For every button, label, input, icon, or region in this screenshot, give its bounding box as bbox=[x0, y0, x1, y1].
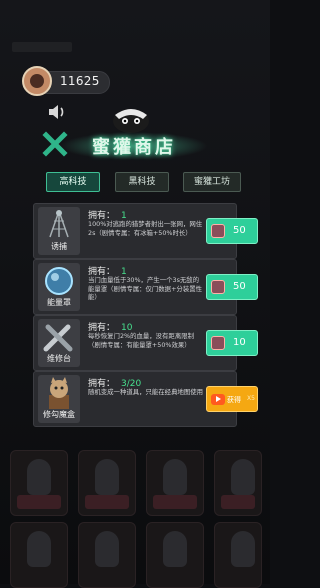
gem-icon bbox=[211, 224, 225, 238]
ad-count: X5 bbox=[247, 395, 255, 402]
sound-icon[interactable] bbox=[47, 103, 67, 121]
item-price: 10 bbox=[233, 337, 246, 348]
item-name: 修勾魔盒 bbox=[43, 410, 75, 419]
buy-button[interactable]: 10 bbox=[206, 330, 258, 356]
dog-box-icon: 修勾魔盒 bbox=[38, 375, 80, 423]
background-cell bbox=[214, 522, 262, 588]
currency-display: 11625 bbox=[22, 66, 110, 96]
item-description: 100%对逃跑的猎梦者射出一张网，网住2s（剧情专属：有冰箱+50%时长） bbox=[88, 220, 203, 237]
background-cell bbox=[78, 522, 136, 588]
background-cell bbox=[10, 450, 68, 516]
buy-button[interactable]: 50 bbox=[206, 218, 258, 244]
repair-wrench-icon: 维修台 bbox=[38, 319, 80, 367]
shop-item-card: 能量罩 拥有： 1 当门血量低于30%，产生一个3s无敌的能量罩（剧情专属：仅门数… bbox=[33, 259, 258, 315]
item-description: 每秒恢复门2%的血量，没有距离限制（剧情专属：有能量罩+50%效果） bbox=[88, 332, 194, 349]
item-name: 诱捕 bbox=[51, 242, 67, 251]
background-cell bbox=[78, 450, 136, 516]
currency-value: 11625 bbox=[60, 74, 100, 88]
shop-title-banner: 蜜獾商店 bbox=[60, 128, 208, 162]
item-price: 50 bbox=[233, 281, 246, 292]
item-description: 随机变成一种道具，只能在经典地图使用 bbox=[88, 388, 204, 396]
tab-badger-workshop[interactable]: 蜜獾工坊 bbox=[183, 172, 241, 192]
background-cell bbox=[10, 522, 68, 588]
buy-button[interactable]: 50 bbox=[206, 274, 258, 300]
trap-net-icon: 诱捕 bbox=[38, 207, 80, 255]
watch-ad-button[interactable]: 获得 X5 bbox=[206, 386, 258, 412]
background-cell bbox=[146, 522, 204, 588]
video-play-icon bbox=[211, 394, 225, 405]
ad-button-label: 获得 bbox=[227, 396, 241, 404]
energy-shield-icon: 能量罩 bbox=[38, 263, 80, 311]
item-description: 当门血量低于30%，产生一个3s无敌的能量罩（剧情专属：仅门数据+分装置性能） bbox=[88, 276, 202, 302]
item-name: 维修台 bbox=[47, 354, 71, 363]
tab-high-tech[interactable]: 高科技 bbox=[46, 172, 100, 192]
shop-tabs: 高科技 黑科技 蜜獾工坊 bbox=[0, 172, 270, 194]
background-cell bbox=[146, 450, 204, 516]
avatar-coin-icon bbox=[22, 66, 52, 96]
item-price: 50 bbox=[233, 225, 246, 236]
gem-icon bbox=[211, 280, 225, 294]
background-status-text bbox=[12, 42, 72, 52]
gem-icon bbox=[211, 336, 225, 350]
shop-item-card: 维修台 拥有： 10 每秒恢复门2%的血量，没有距离限制（剧情专属：有能量罩+50… bbox=[33, 315, 258, 371]
item-name: 能量罩 bbox=[47, 298, 71, 307]
tab-black-tech[interactable]: 黑科技 bbox=[115, 172, 169, 192]
shop-item-card: 修勾魔盒 拥有： 3/20 随机变成一种道具，只能在经典地图使用 获得 X5 bbox=[33, 371, 258, 427]
shop-title: 蜜獾商店 bbox=[92, 137, 176, 158]
shop-item-card: 诱捕 拥有： 1 100%对逃跑的猎梦者射出一张网，网住2s（剧情专属：有冰箱+5… bbox=[33, 203, 258, 259]
background-cell bbox=[214, 450, 262, 516]
background-character-grid bbox=[0, 430, 270, 588]
